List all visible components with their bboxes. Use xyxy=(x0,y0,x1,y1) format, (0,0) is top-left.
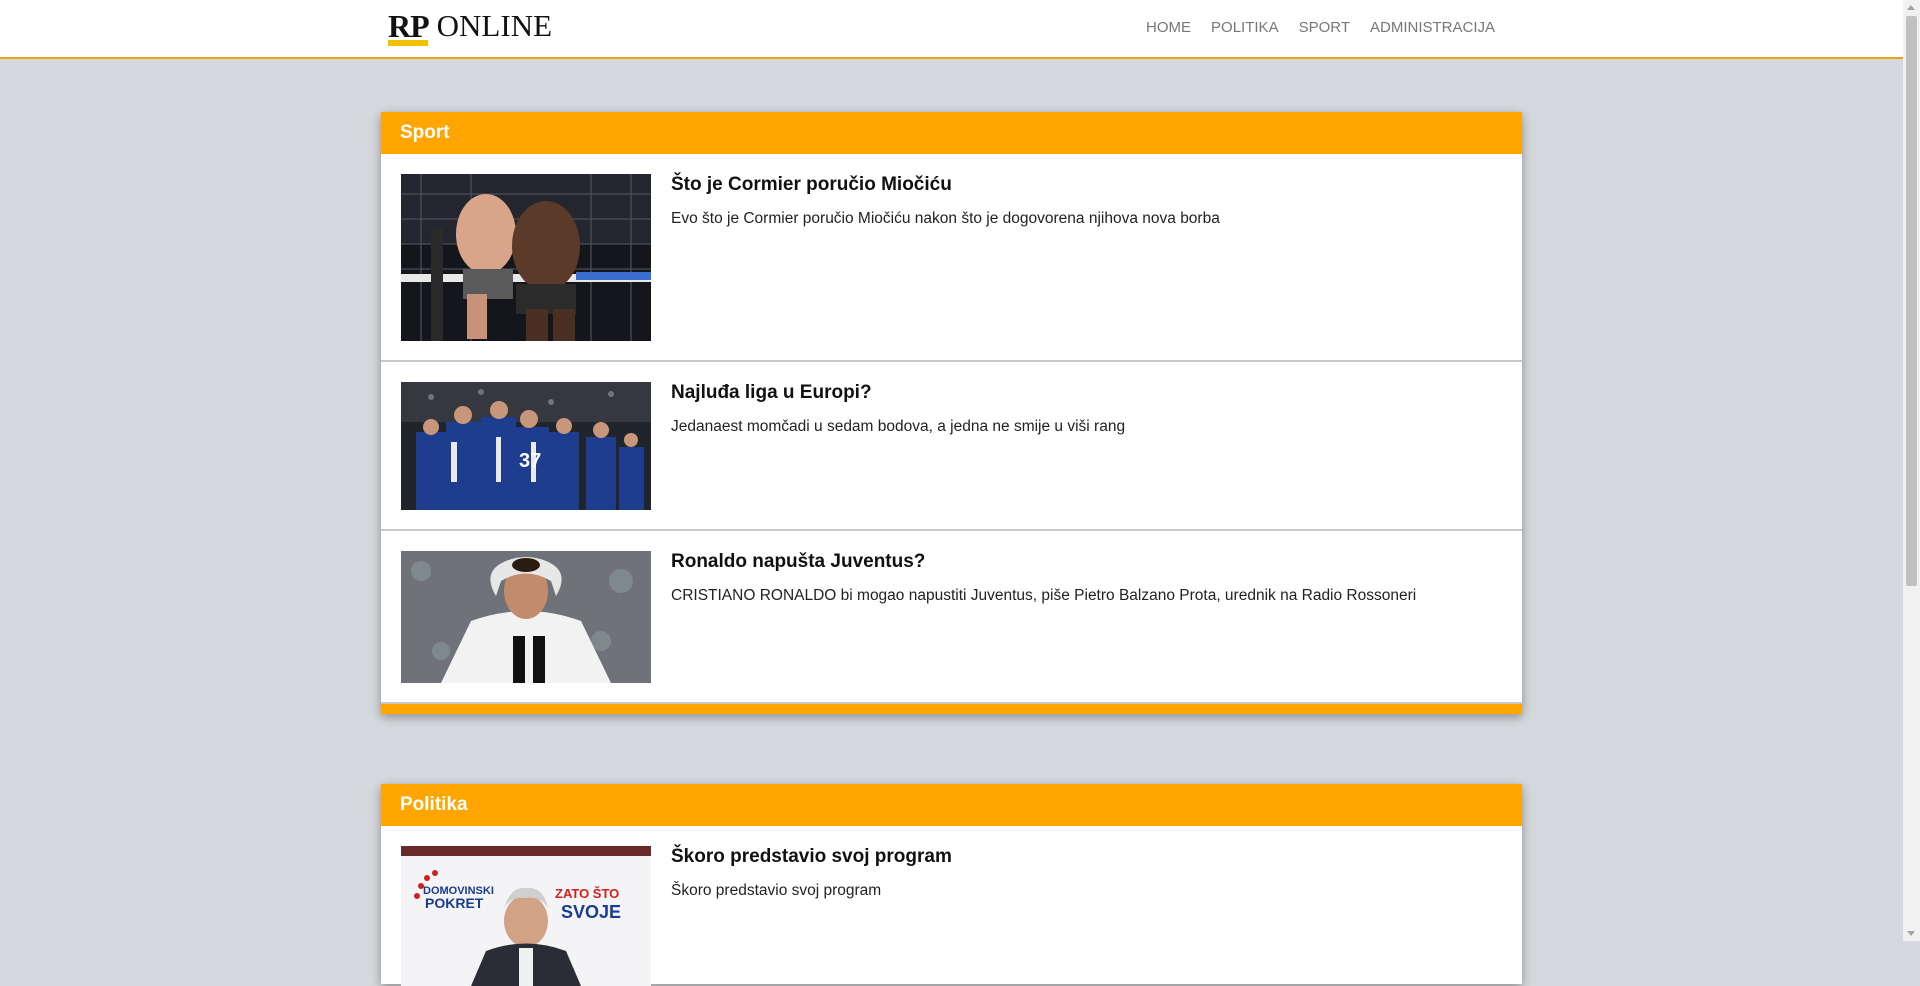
nav-home[interactable]: HOME xyxy=(1146,18,1191,38)
article-thumbnail[interactable] xyxy=(401,174,651,341)
article-summary: Jedanaest momčadi u sedam bodova, a jedn… xyxy=(671,418,1126,435)
top-navbar: RP ONLINE HOME POLITIKA SPORT ADMINISTRA… xyxy=(0,0,1903,59)
logo-online-text: ONLINE xyxy=(436,8,553,43)
section-title: Sport xyxy=(381,112,1522,154)
section-sport: Sport Što je Cormier poručio Miočiću Evo… xyxy=(381,112,1522,714)
ronaldo-image xyxy=(401,551,651,683)
article-thumbnail[interactable]: 37 xyxy=(401,382,651,510)
article-summary: CRISTIANO RONALDO bi mogao napustiti Juv… xyxy=(671,587,1417,604)
section-politika: Politika DOMOVINSKI POKRET ZATO ŠTO SVOJ… xyxy=(381,784,1522,986)
main-nav: HOME POLITIKA SPORT ADMINISTRACIJA xyxy=(1126,18,1495,38)
article-item[interactable]: DOMOVINSKI POKRET ZATO ŠTO SVOJE Škoro p… xyxy=(381,826,1522,986)
article-item[interactable]: Što je Cormier poručio Miočiću Evo što j… xyxy=(381,154,1522,362)
article-summary: Evo što je Cormier poručio Miočiću nakon… xyxy=(671,210,1220,227)
article-title[interactable]: Škoro predstavio svoj program xyxy=(671,846,952,868)
section-title: Politika xyxy=(381,784,1522,826)
site-logo[interactable]: RP ONLINE xyxy=(388,6,552,50)
section-footer-bar xyxy=(381,704,1522,714)
article-title[interactable]: Što je Cormier poručio Miočiću xyxy=(671,174,952,196)
article-title[interactable]: Ronaldo napušta Juventus? xyxy=(671,551,925,573)
nav-administracija[interactable]: ADMINISTRACIJA xyxy=(1370,18,1495,38)
scroll-up-icon[interactable] xyxy=(1907,5,1915,10)
article-item[interactable]: Ronaldo napušta Juventus? CRISTIANO RONA… xyxy=(381,531,1522,704)
article-title[interactable]: Najluđa liga u Europi? xyxy=(671,382,872,404)
mma-fight-image xyxy=(401,174,651,341)
svg-text:SVOJE: SVOJE xyxy=(561,902,621,922)
nav-politika[interactable]: POLITIKA xyxy=(1211,18,1279,38)
politician-image: DOMOVINSKI POKRET ZATO ŠTO SVOJE xyxy=(401,846,651,986)
article-thumbnail[interactable]: DOMOVINSKI POKRET ZATO ŠTO SVOJE xyxy=(401,846,651,986)
article-summary: Škoro predstavio svoj program xyxy=(671,882,882,899)
article-thumbnail[interactable] xyxy=(401,551,651,683)
svg-text:37: 37 xyxy=(519,450,541,472)
nav-sport[interactable]: SPORT xyxy=(1299,18,1350,38)
svg-text:POKRET: POKRET xyxy=(425,895,484,911)
article-item[interactable]: 37 Najluđa liga u Europi? Jedanaest momč… xyxy=(381,362,1522,531)
scrollbar-thumb[interactable] xyxy=(1906,16,1917,586)
football-team-image: 37 xyxy=(401,382,651,510)
scroll-down-icon[interactable] xyxy=(1907,931,1915,936)
logo-rp-mark: RP xyxy=(388,8,430,46)
svg-text:ZATO ŠTO: ZATO ŠTO xyxy=(555,886,619,901)
page-scrollbar[interactable] xyxy=(1903,0,1920,941)
